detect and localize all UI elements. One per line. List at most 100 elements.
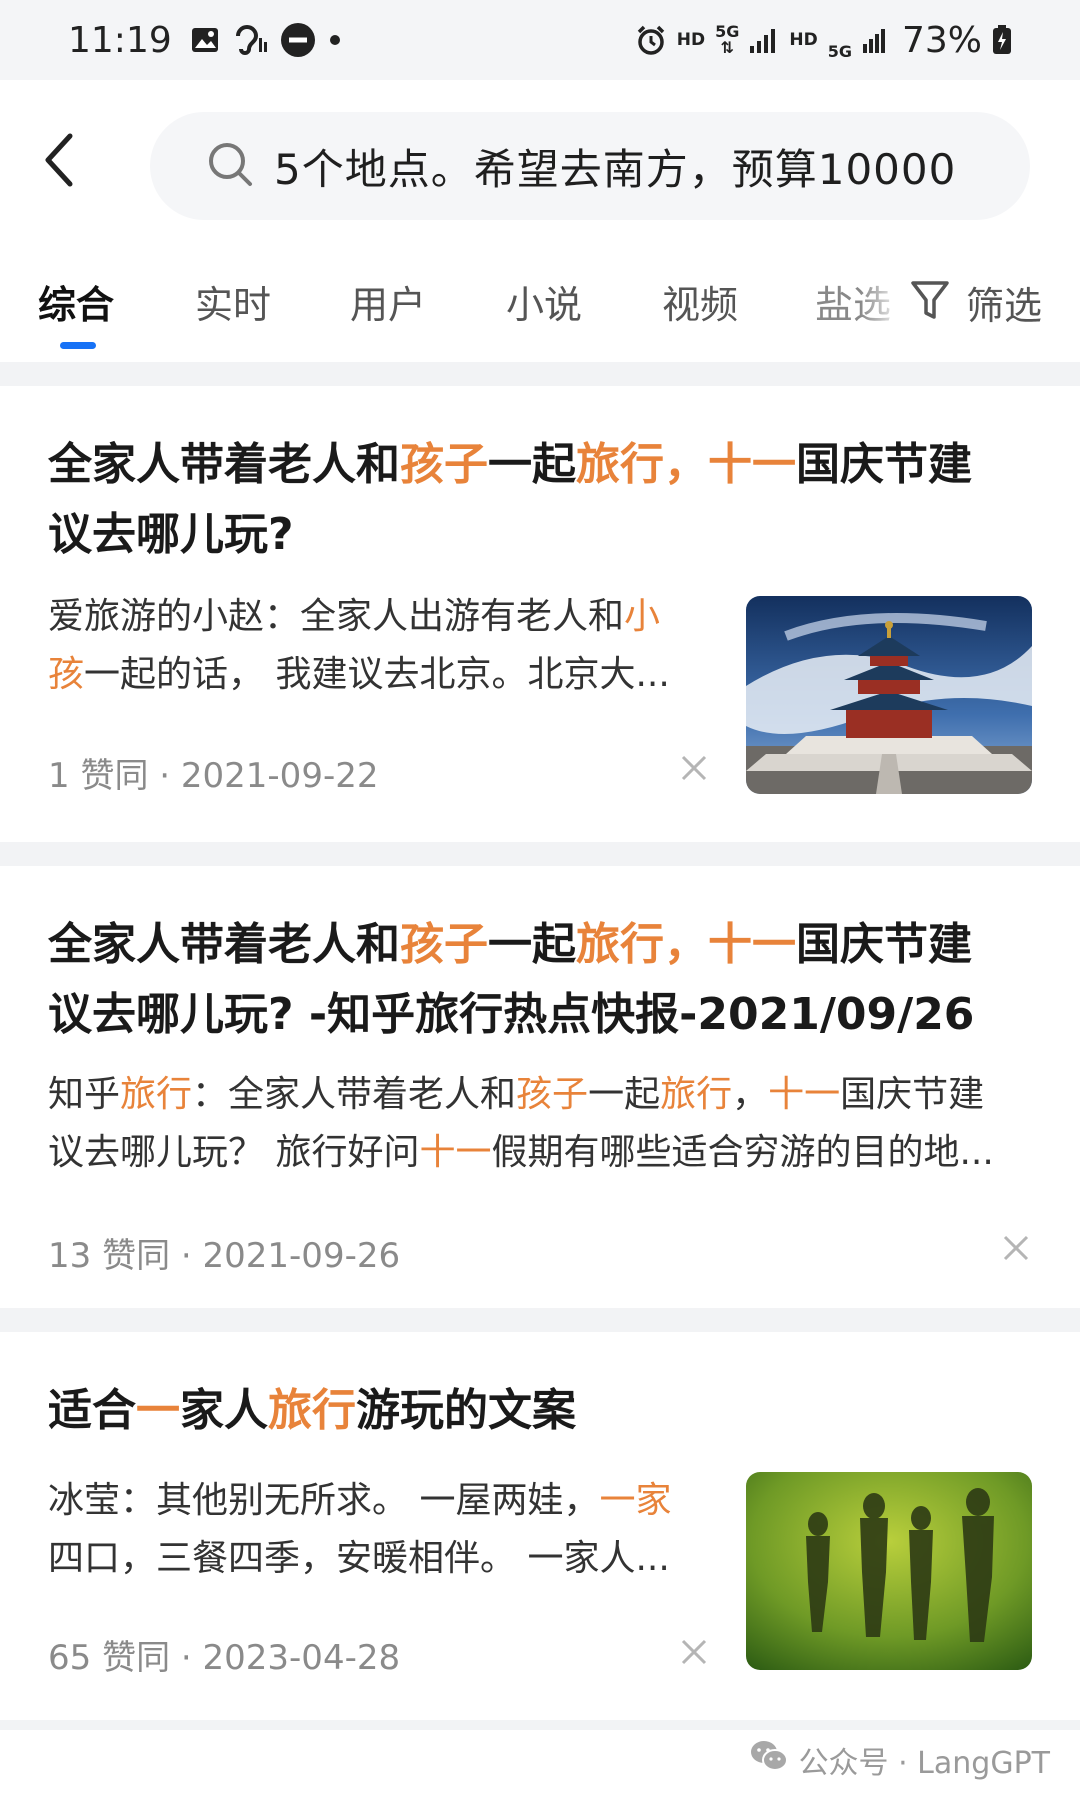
result-title[interactable]: 全家人带着老人和孩子一起旅行，十一国庆节建 议去哪儿玩? bbox=[48, 430, 1018, 570]
close-icon bbox=[681, 755, 707, 781]
watermark: 公众号 · LangGPT bbox=[749, 1738, 1050, 1782]
filter-label: 筛选 bbox=[966, 283, 1043, 328]
snippet-highlight: 小 bbox=[624, 596, 661, 637]
dismiss-button[interactable] bbox=[1000, 1232, 1032, 1264]
snippet-segment: 知乎 bbox=[48, 1074, 121, 1115]
title-segment: 议去哪儿玩? -知乎旅行热点快报-2021/09/26 bbox=[48, 989, 975, 1040]
status-bar: 11:19 HD 5G ⇅ HD 5G 73% bbox=[0, 0, 1080, 80]
result-card[interactable]: 全家人带着老人和孩子一起旅行，十一国庆节建 议去哪儿玩? 爱旅游的小赵：全家人出… bbox=[0, 386, 1080, 842]
title-highlight: 孩子 bbox=[400, 439, 488, 490]
title-segment: 家人 bbox=[180, 1385, 268, 1436]
title-segment: 一起 bbox=[488, 439, 576, 490]
title-segment: 游玩的文案 bbox=[356, 1385, 576, 1436]
result-card[interactable]: 适合一家人旅行游玩的文案 冰莹：其他别无所求。 一屋两娃，一家 四口，三餐四季，… bbox=[0, 1332, 1080, 1720]
status-time: 11:19 bbox=[68, 19, 172, 61]
search-header: 5个地点。希望去南方，预算10000 bbox=[0, 80, 1080, 240]
meta-separator: · bbox=[170, 1236, 203, 1276]
battery-percent: 73% bbox=[901, 19, 982, 61]
section-separator bbox=[0, 362, 1080, 386]
meta-separator: · bbox=[170, 1638, 203, 1678]
snippet-highlight: 孩子 bbox=[516, 1074, 589, 1115]
snippet-segment: 四口，三餐四季，安暖相伴。 一家人... bbox=[48, 1538, 670, 1579]
title-segment: 适合 bbox=[48, 1385, 136, 1436]
hd-label: HD bbox=[676, 30, 706, 50]
section-separator bbox=[0, 842, 1080, 866]
result-snippet: 冰莹：其他别无所求。 一屋两娃，一家 四口，三餐四季，安暖相伴。 一家人... bbox=[48, 1472, 708, 1588]
watermark-text: 公众号 · LangGPT bbox=[798, 1746, 1050, 1781]
temple-of-heaven-image bbox=[746, 596, 1032, 794]
tab-comprehensive[interactable]: 综合 bbox=[38, 274, 114, 329]
family-shadows-image bbox=[746, 1472, 1032, 1670]
active-tab-indicator bbox=[60, 342, 96, 349]
tab-users[interactable]: 用户 bbox=[350, 274, 426, 329]
snippet-segment: ， bbox=[732, 1074, 769, 1115]
dnd-icon bbox=[280, 22, 316, 58]
result-card[interactable]: 全家人带着老人和孩子一起旅行，十一国庆节建 议去哪儿玩? -知乎旅行热点快报-2… bbox=[0, 866, 1080, 1308]
dismiss-button[interactable] bbox=[678, 1636, 710, 1668]
likes-count: 1 赞同 bbox=[48, 756, 149, 796]
tab-realtime[interactable]: 实时 bbox=[195, 274, 271, 329]
section-separator bbox=[0, 1308, 1080, 1332]
title-segment: 全家人带着老人和 bbox=[48, 919, 400, 970]
result-meta: 65 赞同 · 2023-04-28 bbox=[48, 1630, 400, 1679]
more-notifications-icon bbox=[328, 33, 342, 47]
back-button[interactable] bbox=[40, 130, 90, 200]
title-segment: 全家人带着老人和 bbox=[48, 439, 400, 490]
title-highlight: 一 bbox=[136, 1385, 180, 1436]
snippet-segment: 冰莹：其他别无所求。 一屋两娃， bbox=[48, 1480, 600, 1521]
snippet-segment: 一起的话， 我建议去北京。北京大... bbox=[84, 654, 670, 695]
signal-icon bbox=[749, 26, 779, 54]
snippet-highlight: 旅行 bbox=[660, 1074, 733, 1115]
snippet-segment: ：全家人带着老人和 bbox=[192, 1074, 517, 1115]
result-thumbnail[interactable] bbox=[746, 1472, 1032, 1670]
title-highlight: 旅行，十一 bbox=[576, 919, 796, 970]
snippet-segment: 爱旅游的小赵：全家人出游有老人和 bbox=[48, 596, 625, 637]
hd-label-2: HD bbox=[789, 30, 818, 50]
snippet-highlight: 一家 bbox=[599, 1480, 672, 1521]
title-highlight: 旅行 bbox=[268, 1385, 356, 1436]
section-separator bbox=[0, 1720, 1080, 1730]
alarm-icon bbox=[635, 24, 667, 56]
title-segment: 国庆节建 bbox=[796, 439, 972, 490]
post-date: 2021-09-26 bbox=[202, 1236, 401, 1276]
close-icon bbox=[681, 1639, 707, 1665]
filter-icon bbox=[910, 279, 950, 325]
result-title[interactable]: 全家人带着老人和孩子一起旅行，十一国庆节建 议去哪儿玩? -知乎旅行热点快报-2… bbox=[48, 910, 1018, 1050]
result-thumbnail[interactable] bbox=[746, 596, 1032, 794]
dismiss-button[interactable] bbox=[678, 752, 710, 784]
result-snippet: 爱旅游的小赵：全家人出游有老人和小 孩一起的话， 我建议去北京。北京大... bbox=[48, 588, 698, 704]
meta-separator: · bbox=[148, 756, 181, 796]
likes-count: 13 赞同 bbox=[48, 1236, 171, 1276]
snippet-segment: 假期有哪些适合穷游的目的地... bbox=[491, 1132, 994, 1173]
title-segment: 议去哪儿玩? bbox=[48, 509, 294, 560]
tab-bar: 综合 实时 用户 小说 视频 盐选 筛选 bbox=[0, 240, 1080, 362]
title-highlight: 旅行，十一 bbox=[576, 439, 796, 490]
signal-icon-2 bbox=[862, 26, 886, 54]
title-segment: 国庆节建 bbox=[796, 919, 972, 970]
chevron-left-icon bbox=[45, 133, 73, 187]
data-arrows-icon: ⇅ bbox=[720, 38, 734, 57]
result-meta: 1 赞同 · 2021-09-22 bbox=[48, 748, 378, 797]
close-icon bbox=[1003, 1235, 1029, 1261]
tab-novels[interactable]: 小说 bbox=[506, 274, 582, 329]
search-icon bbox=[206, 140, 254, 192]
gallery-icon bbox=[190, 25, 220, 55]
network-5g-label-2: 5G bbox=[827, 41, 852, 61]
search-input[interactable]: 5个地点。希望去南方，预算10000 bbox=[150, 112, 1030, 220]
network-5g-label: 5G ⇅ bbox=[715, 24, 739, 56]
tab-videos[interactable]: 视频 bbox=[662, 274, 738, 329]
result-snippet: 知乎旅行：全家人带着老人和孩子一起旅行，十一国庆节建 议去哪儿玩？ 旅行好问十一… bbox=[48, 1066, 1048, 1182]
snippet-segment: 国庆节建 bbox=[840, 1074, 985, 1115]
battery-charging-icon bbox=[992, 25, 1012, 55]
snippet-highlight: 孩 bbox=[48, 654, 85, 695]
snippet-highlight: 旅行 bbox=[120, 1074, 193, 1115]
result-meta: 13 赞同 · 2021-09-26 bbox=[48, 1228, 400, 1277]
snippet-highlight: 十一 bbox=[419, 1132, 492, 1173]
snippet-segment: 议去哪儿玩？ 旅行好问 bbox=[48, 1132, 420, 1173]
search-query-text: 5个地点。希望去南方，预算10000 bbox=[274, 144, 957, 194]
post-date: 2021-09-22 bbox=[180, 756, 379, 796]
title-highlight: 孩子 bbox=[400, 919, 488, 970]
hearing-icon bbox=[232, 24, 268, 56]
filter-button[interactable]: 筛选 bbox=[860, 272, 1080, 332]
result-title[interactable]: 适合一家人旅行游玩的文案 bbox=[48, 1376, 1018, 1446]
